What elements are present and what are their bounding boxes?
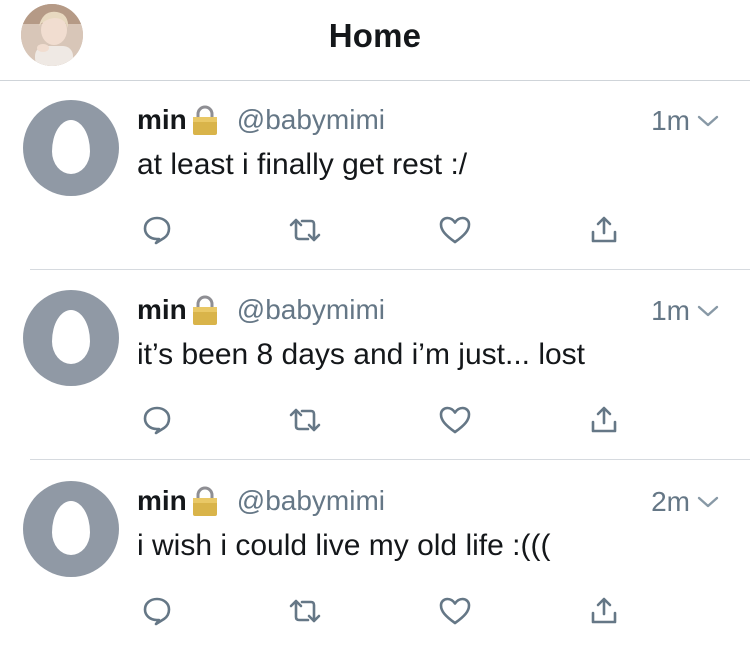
share-icon: [591, 406, 617, 433]
chevron-down-icon[interactable]: [696, 494, 720, 510]
reply-button[interactable]: [137, 400, 177, 440]
display-name[interactable]: min: [137, 104, 187, 136]
user-handle[interactable]: @babymimi: [237, 485, 385, 517]
like-icon: [439, 406, 471, 434]
like-button[interactable]: [435, 400, 475, 440]
chevron-down-icon[interactable]: [696, 303, 720, 319]
lock-icon: [192, 486, 217, 516]
timestamp: 2m: [651, 486, 690, 517]
timestamp-menu[interactable]: 1m: [651, 294, 720, 328]
reply-icon: [143, 597, 171, 626]
tweet-text: i wish i could live my old life :(((: [137, 529, 551, 562]
reply-icon: [143, 406, 171, 435]
like-icon: [439, 216, 471, 244]
user-handle[interactable]: @babymimi: [237, 294, 385, 326]
top-bar: Home: [0, 0, 750, 81]
tweet[interactable]: min @babymimi 1m at least i finally get …: [0, 80, 750, 270]
timestamp-menu[interactable]: 2m: [651, 485, 720, 519]
tweet-text: at least i finally get rest :/: [137, 148, 468, 181]
timestamp: 1m: [651, 295, 690, 326]
like-icon: [439, 597, 471, 625]
share-button[interactable]: [584, 400, 624, 440]
tweet-actions: [0, 400, 750, 440]
share-button[interactable]: [584, 591, 624, 631]
egg-icon: [52, 120, 90, 174]
reply-icon: [143, 216, 171, 245]
divider: [30, 459, 750, 460]
tweet-actions: [0, 591, 750, 631]
tweet-header: min @babymimi: [137, 102, 385, 138]
tweet-actions: [0, 210, 750, 250]
retweet-icon: [289, 599, 321, 623]
tweet-header: min @babymimi: [137, 483, 385, 519]
retweet-icon: [289, 408, 321, 432]
default-avatar[interactable]: [23, 481, 119, 577]
user-handle[interactable]: @babymimi: [237, 104, 385, 136]
reply-button[interactable]: [137, 591, 177, 631]
like-button[interactable]: [435, 210, 475, 250]
display-name[interactable]: min: [137, 294, 187, 326]
timestamp-menu[interactable]: 1m: [651, 104, 720, 138]
share-icon: [591, 597, 617, 624]
tweet[interactable]: min @babymimi 1m it’s been 8 days and i’…: [0, 270, 750, 460]
retweet-button[interactable]: [285, 400, 325, 440]
share-button[interactable]: [584, 210, 624, 250]
reply-button[interactable]: [137, 210, 177, 250]
like-button[interactable]: [435, 591, 475, 631]
tweet-header: min @babymimi: [137, 292, 385, 328]
timestamp: 1m: [651, 105, 690, 136]
egg-icon: [52, 501, 90, 555]
page-title: Home: [328, 17, 422, 54]
display-name[interactable]: min: [137, 485, 187, 517]
chevron-down-icon[interactable]: [696, 113, 720, 129]
lock-icon: [192, 295, 217, 325]
default-avatar[interactable]: [23, 290, 119, 386]
lock-icon: [192, 105, 217, 135]
retweet-icon: [289, 218, 321, 242]
share-icon: [591, 216, 617, 243]
retweet-button[interactable]: [285, 210, 325, 250]
retweet-button[interactable]: [285, 591, 325, 631]
egg-icon: [52, 310, 90, 364]
tweet-text: it’s been 8 days and i’m just... lost: [137, 338, 586, 371]
default-avatar[interactable]: [23, 100, 119, 196]
tweet[interactable]: min @babymimi 2m i wish i could live my …: [0, 461, 750, 651]
